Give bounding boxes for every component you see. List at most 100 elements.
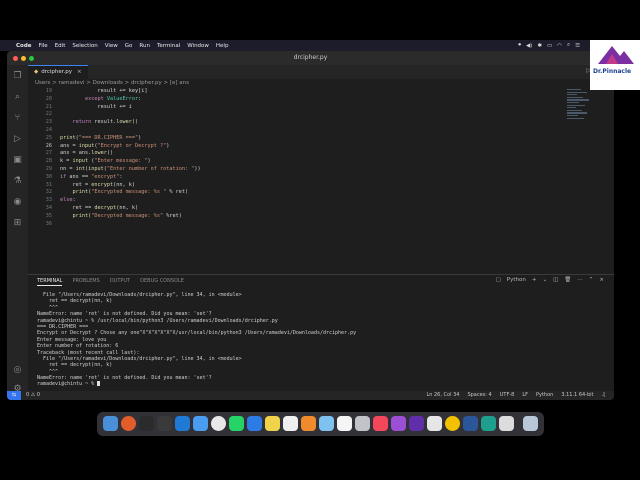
close-tab-icon[interactable]: ×: [77, 69, 82, 75]
trash-icon[interactable]: [523, 416, 538, 431]
code-line[interactable]: 35 print("Decrypted message: %s" %ret): [28, 213, 574, 221]
menu-view[interactable]: View: [105, 43, 118, 49]
problems-count[interactable]: 0 ⚠ 0: [26, 391, 40, 400]
maximize-panel-icon[interactable]: ⌃: [589, 277, 594, 283]
menu-go[interactable]: Go: [125, 43, 133, 49]
tab-debug-console[interactable]: DEBUG CONSOLE: [140, 278, 184, 286]
breadcrumb[interactable]: Users > ramadevi > Downloads > drcipher.…: [35, 80, 189, 86]
language-mode[interactable]: Python: [536, 391, 553, 400]
end-of-line[interactable]: LF: [522, 391, 528, 400]
firefox-icon[interactable]: [121, 416, 136, 431]
terminal-shell-label[interactable]: Python: [507, 277, 526, 283]
interpreter-version[interactable]: 3.11.1 64-bit: [561, 391, 593, 400]
chrome-icon[interactable]: [211, 416, 226, 431]
code-line[interactable]: 30 if ans == "encrypt":: [28, 174, 574, 182]
tab-output[interactable]: OUTPUT: [110, 278, 130, 286]
source-control-icon[interactable]: ⑂: [12, 113, 23, 124]
calendar-icon[interactable]: [337, 416, 352, 431]
wifi-icon[interactable]: ◠: [557, 43, 562, 49]
indentation[interactable]: Spaces: 4: [467, 391, 491, 400]
cursor-position[interactable]: Ln 26, Col 34: [426, 391, 459, 400]
books-icon[interactable]: [301, 416, 316, 431]
github-desktop-icon[interactable]: [409, 416, 424, 431]
code-line[interactable]: 33 else:: [28, 197, 574, 205]
notifications-bell-icon[interactable]: ♫: [602, 391, 606, 400]
kill-terminal-icon[interactable]: 🗑: [564, 277, 571, 283]
panel-tabs: TERMINAL PROBLEMS OUTPUT DEBUG CONSOLE: [37, 278, 184, 286]
extensions-icon[interactable]: ⊞: [12, 218, 23, 229]
testing-icon[interactable]: ⚗: [12, 176, 23, 187]
code-line[interactable]: 27 ans = ans.lower(): [28, 150, 574, 158]
search-icon[interactable]: ⌕: [12, 92, 23, 103]
control-center-icon[interactable]: ☰: [575, 43, 580, 49]
zoom-icon[interactable]: [247, 416, 262, 431]
tab-terminal[interactable]: TERMINAL: [37, 278, 63, 286]
code-line[interactable]: 29 nn = int(input("Enter number of rotati…: [28, 166, 574, 174]
contacts-icon[interactable]: [355, 416, 370, 431]
reminders-icon[interactable]: [283, 416, 298, 431]
code-editor[interactable]: 19 result += key[i] 20 except ValueError:…: [28, 88, 574, 274]
split-terminal-icon[interactable]: ◫: [553, 277, 558, 283]
code-line[interactable]: 20 except ValueError:: [28, 96, 574, 104]
line-number: 20: [45, 95, 52, 102]
code-line[interactable]: 32 print("Encrypted message: %s " % ret): [28, 189, 574, 197]
remote-indicator-icon[interactable]: ⇆: [7, 391, 21, 400]
menu-code[interactable]: Code: [16, 43, 31, 49]
code-line[interactable]: 26 ans = input("Encrypt or Decrypt ?"): [28, 143, 574, 151]
menu-file[interactable]: File: [38, 43, 47, 49]
chrome-canary-icon[interactable]: [445, 416, 460, 431]
code-text: result += key[i]: [60, 88, 148, 94]
search-icon[interactable]: ⌕: [567, 42, 570, 49]
minimap[interactable]: [567, 89, 597, 149]
close-panel-icon[interactable]: ×: [599, 277, 604, 283]
bluetooth-icon[interactable]: ✱: [537, 43, 542, 49]
xcode-icon[interactable]: [427, 416, 442, 431]
menu-selection[interactable]: Selection: [72, 43, 97, 49]
code-line[interactable]: 23 return result.lower(): [28, 119, 574, 127]
run-debug-icon[interactable]: ▷: [12, 134, 23, 145]
code-line[interactable]: 36: [28, 221, 574, 229]
menu-terminal[interactable]: Terminal: [157, 43, 180, 49]
code-line[interactable]: 19 result += key[i]: [28, 88, 574, 96]
record-icon[interactable]: ⏺: [518, 42, 521, 49]
music-icon[interactable]: [373, 416, 388, 431]
code-line[interactable]: 28 k = input ("Enter message: "): [28, 158, 574, 166]
code-line[interactable]: 24: [28, 127, 574, 135]
terminal-dropdown-icon[interactable]: ⌄: [542, 277, 547, 283]
code-line[interactable]: 22: [28, 111, 574, 119]
notes-icon[interactable]: [265, 416, 280, 431]
menu-edit[interactable]: Edit: [55, 43, 66, 49]
terminal-output[interactable]: File "/Users/ramadevi/Downloads/drcipher…: [37, 292, 597, 388]
activity-monitor-icon[interactable]: [157, 416, 172, 431]
word-icon[interactable]: [463, 416, 478, 431]
whatsapp-icon[interactable]: [229, 416, 244, 431]
explorer-icon[interactable]: ❐: [12, 71, 23, 82]
finder-icon[interactable]: [103, 416, 118, 431]
terminal-icon[interactable]: [139, 416, 154, 431]
terminal-python-icon[interactable]: ▢: [496, 277, 501, 283]
preview-icon[interactable]: [319, 416, 334, 431]
code-line[interactable]: 31 ret = encrypt(nn, k): [28, 182, 574, 190]
code-line[interactable]: 25 print("=== DR.CIPHER ==="): [28, 135, 574, 143]
battery-icon[interactable]: ▭: [547, 43, 552, 49]
downloads-folder-icon[interactable]: [499, 416, 514, 431]
more-actions-icon[interactable]: ⋯: [577, 277, 583, 283]
code-line[interactable]: 34 ret == decrypt(nn, k): [28, 205, 574, 213]
app-icon[interactable]: [481, 416, 496, 431]
tab-drcipher[interactable]: ◆ drcipher.py ×: [28, 65, 88, 80]
vscode-icon[interactable]: [175, 416, 190, 431]
code-line[interactable]: 21 result += i: [28, 104, 574, 112]
tab-problems[interactable]: PROBLEMS: [72, 278, 99, 286]
menu-window[interactable]: Window: [187, 43, 209, 49]
github-icon[interactable]: ◉: [12, 197, 23, 208]
remote-explorer-icon[interactable]: ▣: [12, 155, 23, 166]
encoding[interactable]: UTF-8: [500, 391, 515, 400]
menu-help[interactable]: Help: [216, 43, 229, 49]
account-icon[interactable]: ◎: [12, 365, 23, 376]
volume-icon[interactable]: ◀): [526, 43, 532, 49]
menu-run[interactable]: Run: [139, 43, 150, 49]
podcasts-icon[interactable]: [391, 416, 406, 431]
new-terminal-icon[interactable]: +: [532, 277, 537, 283]
app-store-icon[interactable]: [193, 416, 208, 431]
menu-bar: Code File Edit Selection View Go Run Ter…: [0, 40, 640, 51]
